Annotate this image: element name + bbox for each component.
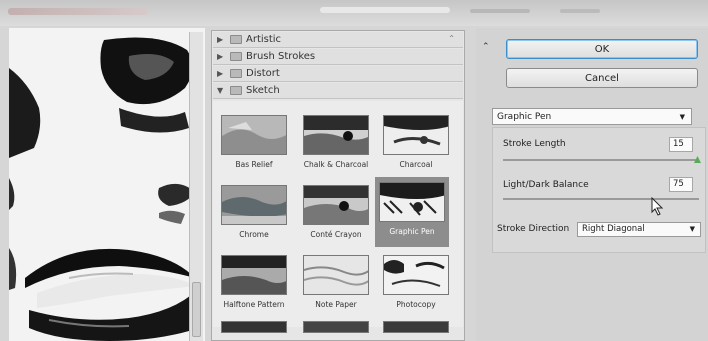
thumbnail-label: Charcoal <box>399 160 433 169</box>
chevron-right-icon: ▶ <box>217 52 224 61</box>
thumbnail-label: Conté Crayon <box>310 230 362 239</box>
filter-thumb-photocopy[interactable]: Photocopy <box>379 255 453 309</box>
thumbnail-label: Graphic Pen <box>389 227 435 236</box>
filter-thumb-note-paper[interactable]: Note Paper <box>299 255 373 309</box>
chevron-right-icon: ▶ <box>217 69 224 78</box>
preview-scrollbar[interactable] <box>189 32 203 341</box>
thumbnail-image <box>303 115 369 155</box>
category-label: Artistic <box>246 34 282 45</box>
category-brush-strokes[interactable]: ▶ Brush Strokes <box>213 49 463 65</box>
scrollbar-thumb[interactable] <box>192 282 201 337</box>
thumbnail-image <box>303 185 369 225</box>
thumbnail-label: Chalk & Charcoal <box>303 160 369 169</box>
mouse-pointer-icon <box>651 197 664 216</box>
chevron-down-icon: ▼ <box>217 86 224 95</box>
thumbnail-image <box>303 321 369 333</box>
thumbnail-label: Halftone Pattern <box>223 300 285 309</box>
thumbnail-image <box>303 255 369 295</box>
thumbnail-image <box>221 115 287 155</box>
sketch-thumbnails: Bas Relief Chalk & Charcoal Charcoal Chr… <box>213 101 463 333</box>
thumbnail-label: Photocopy <box>396 300 436 309</box>
chevron-down-icon: ▼ <box>689 225 695 233</box>
light-dark-balance-slider[interactable] <box>503 198 699 200</box>
thumbnail-label: Bas Relief <box>235 160 273 169</box>
light-dark-balance-label: Light/Dark Balance <box>503 180 589 190</box>
light-dark-balance-input[interactable]: 75 <box>669 177 693 192</box>
filter-select[interactable]: Graphic Pen ▼ <box>492 108 692 125</box>
stroke-length-label: Stroke Length <box>503 139 566 149</box>
filter-select-value: Graphic Pen <box>497 111 552 122</box>
title-blur <box>560 9 600 13</box>
filter-thumb-bas-relief[interactable]: Bas Relief <box>217 115 291 169</box>
thumbnail-image <box>221 255 287 295</box>
stroke-direction-label: Stroke Direction <box>497 224 570 234</box>
title-blur <box>470 9 530 13</box>
chevron-right-icon: ▶ <box>217 35 224 44</box>
filter-preview[interactable] <box>9 28 205 341</box>
filter-thumb-charcoal[interactable]: Charcoal <box>379 115 453 169</box>
stroke-length-input[interactable]: 15 <box>669 137 693 152</box>
filter-thumb[interactable] <box>299 321 373 333</box>
folder-icon <box>230 86 242 95</box>
thumbnail-label: Chrome <box>239 230 269 239</box>
folder-icon <box>230 69 242 78</box>
cancel-button[interactable]: Cancel <box>506 68 698 88</box>
filter-thumb-graphic-pen[interactable]: Graphic Pen <box>375 177 449 247</box>
double-chevron-up-icon[interactable]: ⌃ <box>448 34 455 43</box>
thumbnail-image <box>383 115 449 155</box>
stroke-direction-select[interactable]: Right Diagonal ▼ <box>577 222 701 237</box>
filter-thumb-conte-crayon[interactable]: Conté Crayon <box>299 185 373 239</box>
ok-button[interactable]: OK <box>506 39 698 59</box>
window-title-bar <box>0 0 708 26</box>
title-blur <box>320 7 450 13</box>
stroke-direction-value: Right Diagonal <box>582 224 645 234</box>
chevron-down-icon: ▼ <box>679 112 685 121</box>
filter-thumb[interactable] <box>379 321 453 333</box>
filter-thumb-chalk-charcoal[interactable]: Chalk & Charcoal <box>299 115 373 169</box>
thumbnail-image <box>221 321 287 333</box>
double-chevron-up-icon[interactable]: ⌃ <box>482 42 490 52</box>
thumbnail-image <box>383 321 449 333</box>
thumbnail-image <box>379 182 445 222</box>
folder-icon <box>230 52 242 61</box>
filter-thumb-halftone-pattern[interactable]: Halftone Pattern <box>217 255 291 309</box>
filter-gallery: ▶ Artistic ⌃ ▶ Brush Strokes ▶ Distort ▼… <box>211 30 465 341</box>
title-blur <box>8 8 148 15</box>
filter-thumb[interactable] <box>217 321 291 333</box>
folder-icon <box>230 35 242 44</box>
category-distort[interactable]: ▶ Distort <box>213 66 463 82</box>
preview-graphic-pen-image <box>9 28 205 341</box>
category-label: Distort <box>246 68 280 79</box>
category-label: Sketch <box>246 85 280 96</box>
filter-thumb-chrome[interactable]: Chrome <box>217 185 291 239</box>
category-artistic[interactable]: ▶ Artistic ⌃ <box>213 32 463 48</box>
category-label: Brush Strokes <box>246 51 316 62</box>
category-sketch[interactable]: ▼ Sketch <box>213 83 463 99</box>
stroke-length-slider[interactable] <box>503 159 699 161</box>
thumbnail-image <box>383 255 449 295</box>
thumbnail-label: Note Paper <box>315 300 357 309</box>
thumbnail-image <box>221 185 287 225</box>
